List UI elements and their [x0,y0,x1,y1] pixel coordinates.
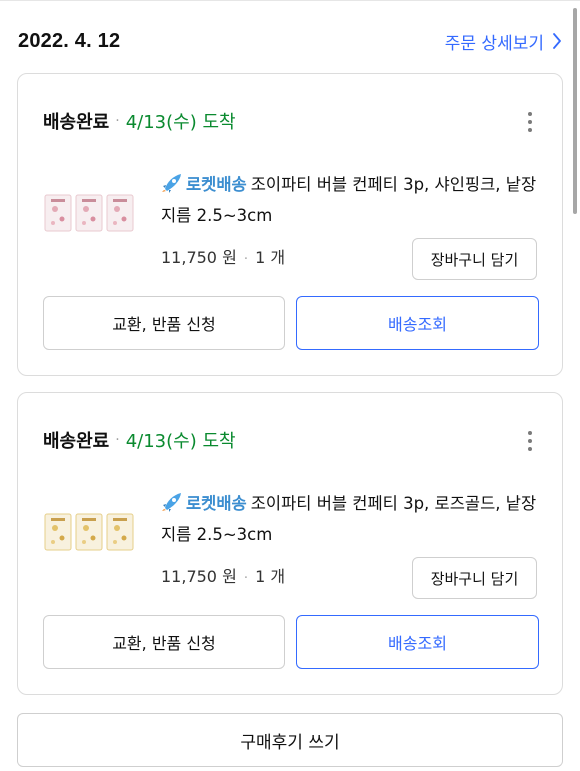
more-options-icon[interactable] [518,429,542,453]
separator-dot: · [243,252,249,267]
order-item-card: 배송완료 · 4/13(수) 도착 로켓배송 조이파티 버블 컨페티 3p, 샤인… [17,73,563,376]
delivery-status-row: 배송완료 · 4/13(수) 도착 [43,106,542,136]
rocket-icon [162,174,181,193]
delivery-tracking-button[interactable]: 배송조회 [296,296,539,350]
arrival-date: 4/13(수) 도착 [125,112,236,133]
separator-dot: · [115,113,120,129]
price-quantity: 11,750 원 · 1 개 [161,563,285,587]
price-quantity: 11,750 원 · 1 개 [161,244,285,268]
product-quantity: 1 개 [255,567,286,586]
arrival-date: 4/13(수) 도착 [125,431,236,452]
rocket-icon [162,493,181,512]
separator-dot: · [115,432,120,448]
exchange-return-button[interactable]: 교환, 반품 신청 [43,296,285,350]
delivery-status-row: 배송완료 · 4/13(수) 도착 [43,425,542,455]
chevron-right-icon [553,33,561,49]
order-detail-label: 주문 상세보기 [444,33,544,54]
order-item-card: 배송완료 · 4/13(수) 도착 로켓배송 조이파티 버블 컨페티 3p, 로즈… [17,392,563,695]
scrollbar[interactable] [573,8,577,214]
more-options-icon[interactable] [518,110,542,134]
add-to-cart-button[interactable]: 장바구니 담기 [412,238,537,280]
order-header: 2022. 4. 12 주문 상세보기 [18,24,562,58]
product-info: 로켓배송 조이파티 버블 컨페티 3p, 샤인핑크, 낱장지름 2.5~3cm [161,169,542,231]
product-title[interactable]: 로켓배송 조이파티 버블 컨페티 3p, 로즈골드, 낱장지름 2.5~3cm [161,488,542,550]
order-detail-link[interactable]: 주문 상세보기 [445,29,562,54]
rocket-delivery-label: 로켓배송 [186,494,247,513]
add-to-cart-button[interactable]: 장바구니 담기 [412,557,537,599]
product-price: 11,750 원 [161,248,237,267]
product-price: 11,750 원 [161,567,237,586]
product-thumbnail[interactable] [43,508,135,558]
delivery-status: 배송완료 [43,112,110,133]
product-thumbnail[interactable] [43,189,135,239]
top-divider [0,0,580,6]
product-quantity: 1 개 [255,248,286,267]
separator-dot: · [243,571,249,586]
rocket-delivery-label: 로켓배송 [186,175,247,194]
product-title[interactable]: 로켓배송 조이파티 버블 컨페티 3p, 샤인핑크, 낱장지름 2.5~3cm [161,169,542,231]
delivery-tracking-button[interactable]: 배송조회 [296,615,539,669]
exchange-return-button[interactable]: 교환, 반품 신청 [43,615,285,669]
delivery-status: 배송완료 [43,431,110,452]
order-date: 2022. 4. 12 [18,29,121,52]
product-info: 로켓배송 조이파티 버블 컨페티 3p, 로즈골드, 낱장지름 2.5~3cm [161,488,542,550]
write-review-button[interactable]: 구매후기 쓰기 [17,713,563,767]
